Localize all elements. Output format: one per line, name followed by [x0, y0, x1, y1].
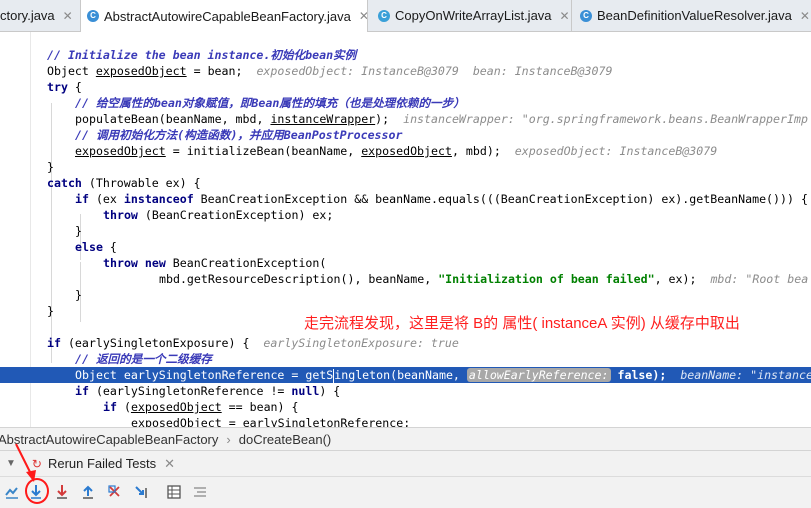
execution-point-line[interactable]: Object earlySingletonReference = getSing… — [0, 367, 811, 383]
code-line[interactable]: if (exposedObject == bean) { — [0, 399, 811, 415]
trace-icon[interactable] — [191, 483, 209, 501]
code-line[interactable]: exposedObject = earlySingletonReference; — [0, 415, 811, 427]
step-out-icon[interactable] — [79, 483, 97, 501]
debug-inline-value: exposedObject: InstanceB@3079 — [514, 144, 718, 158]
class-icon: C — [580, 9, 592, 22]
code-line[interactable]: populateBean(beanName, mbd, instanceWrap… — [0, 111, 811, 127]
red-circle-annotation — [25, 478, 49, 504]
breadcrumb: AbstractAutowireCapableBeanFactory › doC… — [0, 427, 811, 451]
red-annotation-text: 走完流程发现，这里是将 B的 属性( instanceA 实例) 从缓存中取出 — [304, 315, 740, 332]
tab-label: AbstractAutowireCapableBeanFactory.java — [104, 8, 351, 24]
code-line[interactable]: // Initialize the bean instance.初始化bean实… — [0, 47, 811, 63]
code-line[interactable]: catch (Throwable ex) { — [0, 175, 811, 191]
code-line[interactable]: if (ex instanceof BeanCreationException … — [0, 191, 811, 207]
debug-inline-value: mbd: "Root bea — [710, 272, 809, 286]
code-line[interactable]: // 给空属性的bean对象赋值，即Bean属性的填充（也是处理依赖的一步） — [0, 95, 811, 111]
debug-inline-value: earlySingletonExposure: true — [263, 336, 459, 350]
run-tab-label[interactable]: Rerun Failed Tests — [48, 456, 156, 471]
close-icon[interactable]: ✕ — [63, 9, 73, 23]
run-to-cursor-icon[interactable] — [132, 483, 150, 501]
class-icon: C — [87, 10, 99, 22]
code-line[interactable]: } — [0, 223, 811, 239]
run-panel-header: ▼ ↻ Rerun Failed Tests ✕ — [0, 451, 811, 477]
debug-toolbar — [0, 477, 811, 508]
tab-abstract-autowire[interactable]: C AbstractAutowireCapableBeanFactory.jav… — [81, 0, 368, 32]
code-line[interactable]: if (earlySingletonReference != null) { — [0, 383, 811, 399]
tab-factory-java[interactable]: ctory.java ✕ — [0, 0, 81, 31]
tab-label: ctory.java — [0, 8, 55, 23]
close-icon[interactable]: ✕ — [560, 9, 570, 23]
close-icon[interactable]: ✕ — [359, 9, 367, 23]
code-line[interactable]: if (earlySingletonExposure) { earlySingl… — [0, 335, 811, 351]
close-icon[interactable]: ✕ — [800, 9, 810, 23]
debug-inline-value: beanName: "instanceB" — [680, 368, 811, 382]
tab-beandefinition[interactable]: C BeanDefinitionValueResolver.java ✕ — [572, 0, 811, 31]
tab-copyonwrite[interactable]: C CopyOnWriteArrayList.java ✕ — [368, 0, 572, 31]
debug-inline-value: exposedObject: InstanceB@3079 bean: Inst… — [256, 64, 613, 78]
chevron-right-icon: › — [226, 431, 231, 447]
code-line[interactable]: // 返回的是一个二级缓存 — [0, 351, 811, 367]
code-editor[interactable]: // Initialize the bean instance.初始化bean实… — [0, 32, 811, 427]
tab-label: BeanDefinitionValueResolver.java — [597, 8, 792, 23]
code-line[interactable]: throw new BeanCreationException( — [0, 255, 811, 271]
editor-tab-bar: ctory.java ✕ C AbstractAutowireCapableBe… — [0, 0, 811, 32]
code-line[interactable]: // 调用初始化方法(构造函数)，并应用BeanPostProcessor — [0, 127, 811, 143]
breadcrumb-method[interactable]: doCreateBean() — [239, 432, 332, 447]
class-icon: C — [378, 9, 390, 22]
code-line[interactable]: try { — [0, 79, 811, 95]
parameter-hint: allowEarlyReference: — [466, 368, 611, 382]
drop-frame-icon[interactable] — [106, 483, 124, 501]
code-line[interactable]: exposedObject = initializeBean(beanName,… — [0, 143, 811, 159]
tab-label: CopyOnWriteArrayList.java — [395, 8, 552, 23]
debug-inline-value: instanceWrapper: "org.springframework.be… — [403, 112, 808, 126]
code-line[interactable]: } — [0, 287, 811, 303]
code-line[interactable]: throw (BeanCreationException) ex; — [0, 207, 811, 223]
evaluate-expression-icon[interactable] — [165, 483, 183, 501]
code-line[interactable]: Object exposedObject = bean; exposedObje… — [0, 63, 811, 79]
code-line[interactable]: mbd.getResourceDescription(), beanName, … — [0, 271, 811, 287]
step-into-icon[interactable] — [53, 483, 71, 501]
code-line[interactable]: else { — [0, 239, 811, 255]
code-line[interactable]: } — [0, 159, 811, 175]
close-icon[interactable]: ✕ — [164, 456, 175, 472]
